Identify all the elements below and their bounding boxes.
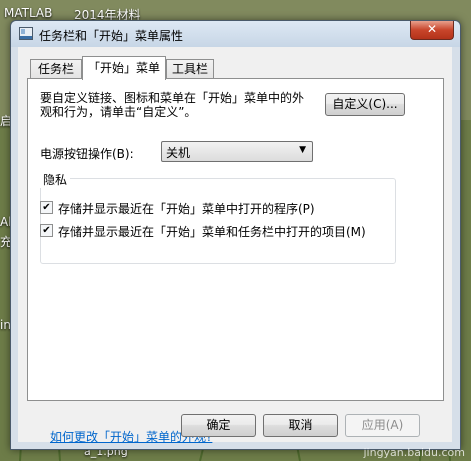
customize-button[interactable]: 自定义(C)... <box>325 93 405 116</box>
ok-button[interactable]: 确定 <box>181 414 256 437</box>
privacy-group-title: 隐私 <box>40 171 71 188</box>
desktop-icon-label-side-4[interactable]: in <box>0 318 10 332</box>
desktop-icon-label-side-1[interactable]: 启 <box>0 112 10 129</box>
watermark: jingyan.baidu.com <box>363 446 465 459</box>
chevron-down-icon: ▼ <box>299 145 306 155</box>
cancel-button[interactable]: 取消 <box>263 414 338 437</box>
start-menu-panel: 要自定义链接、图标和菜单在「开始」菜单中的外观和行为，请单击“自定义”。 自定义… <box>27 78 444 444</box>
recent-programs-checkbox[interactable]: ✔ <box>40 201 53 214</box>
recent-programs-label[interactable]: 存储并显示最近在「开始」菜单中打开的程序(P) <box>58 200 315 217</box>
title-bar[interactable]: 任务栏和「开始」菜单属性 ✕ <box>11 21 460 47</box>
apply-button[interactable]: 应用(A) <box>345 414 420 437</box>
privacy-groupbox <box>40 178 396 264</box>
taskbar-icon <box>19 27 33 40</box>
dialog-client: 任务栏 「开始」菜单 工具栏 要自定义链接、图标和菜单在「开始」菜单中的外观和行… <box>18 47 452 444</box>
tab-start-menu[interactable]: 「开始」菜单 <box>82 56 166 80</box>
power-button-select[interactable]: 关机 ▼ <box>161 141 313 162</box>
tab-taskbar[interactable]: 任务栏 <box>30 59 82 79</box>
desktop-icon-label-matlab[interactable]: MATLAB <box>4 6 52 20</box>
recent-items-label[interactable]: 存储并显示最近在「开始」菜单和任务栏中打开的项目(M) <box>58 223 366 240</box>
close-button[interactable]: ✕ <box>410 21 454 40</box>
tab-toolbars[interactable]: 工具栏 <box>166 59 214 79</box>
desktop-icon-label-side-2[interactable]: Ah <box>0 215 10 229</box>
window-title: 任务栏和「开始」菜单属性 <box>39 29 184 43</box>
properties-dialog: 任务栏和「开始」菜单属性 ✕ 任务栏 「开始」菜单 工具栏 要自定义链接、图标和… <box>10 20 461 450</box>
power-button-label: 电源按钮操作(B): <box>40 147 134 161</box>
recent-items-checkbox[interactable]: ✔ <box>40 224 53 237</box>
desktop-icon-label-side-3[interactable]: 充 <box>0 233 10 250</box>
customize-description: 要自定义链接、图标和菜单在「开始」菜单中的外观和行为，请单击“自定义”。 <box>40 91 305 119</box>
power-button-value: 关机 <box>166 146 191 160</box>
